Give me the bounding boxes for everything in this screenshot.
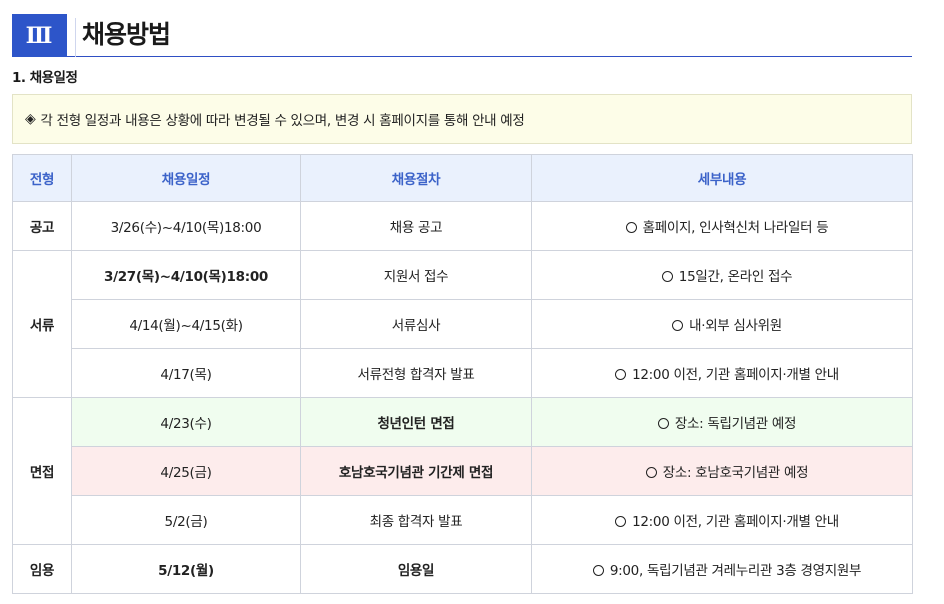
table-row: 4/14(월)~4/15(화) 서류심사 내·외부 심사위원 (13, 299, 913, 349)
date-cell: 4/25(금) (71, 446, 301, 496)
detail-cell: 장소: 독립기념관 예정 (531, 397, 913, 447)
detail-text: 홈페이지, 인사혁신처 나라일터 등 (642, 220, 829, 236)
procedure-cell: 채용 공고 (300, 201, 532, 251)
page-title: 채용방법 (82, 20, 171, 49)
header-divider (75, 18, 76, 57)
column-header-procedure: 채용절차 (300, 154, 532, 202)
table-row: 임용 5/12(월) 임용일 9:00, 독립기념관 겨레누리관 3층 경영지원… (12, 544, 913, 594)
column-header-detail: 세부내용 (531, 154, 913, 202)
detail-text: 15일간, 온라인 접수 (678, 269, 793, 285)
notice-box: ◈ 각 전형 일정과 내용은 상황에 따라 변경될 수 있으며, 변경 시 홈페… (12, 94, 912, 144)
stage-cell-announce: 공고 (12, 201, 72, 251)
detail-cell: 내·외부 심사위원 (531, 299, 913, 349)
date-cell: 3/27(목)~4/10(목)18:00 (71, 250, 301, 300)
table-row: 공고 3/26(수)~4/10(목)18:00 채용 공고 홈페이지, 인사혁신… (12, 201, 913, 251)
stage-cell-appoint: 임용 (12, 544, 72, 594)
detail-text: 12:00 이전, 기관 홈페이지·개별 안내 (632, 514, 839, 530)
procedure-cell: 청년인턴 면접 (300, 397, 532, 447)
circle-bullet-icon (672, 320, 684, 331)
date-cell: 4/14(월)~4/15(화) (71, 299, 301, 349)
circle-bullet-icon (661, 271, 673, 282)
date-cell: 5/2(금) (71, 495, 301, 545)
subsection-title: 1. 채용일정 (12, 70, 78, 86)
circle-bullet-icon (625, 222, 637, 233)
column-header-stage: 전형 (12, 154, 72, 202)
table-row: 4/17(목) 서류전형 합격자 발표 12:00 이전, 기관 홈페이지·개별… (13, 348, 913, 398)
detail-text: 내·외부 심사위원 (689, 318, 782, 334)
detail-text: 장소: 호남호국기념관 예정 (662, 465, 809, 481)
detail-text: 장소: 독립기념관 예정 (674, 416, 797, 432)
schedule-table: 전형 채용일정 채용절차 세부내용 공고 3/26(수)~4/10(목)18:0… (12, 154, 913, 594)
procedure-cell: 서류심사 (300, 299, 532, 349)
detail-cell: 홈페이지, 인사혁신처 나라일터 등 (531, 201, 913, 251)
circle-bullet-icon (592, 565, 604, 576)
table-row: 5/2(금) 최종 합격자 발표 12:00 이전, 기관 홈페이지·개별 안내 (13, 495, 913, 545)
section-header: Ⅲ 채용방법 (12, 14, 912, 57)
table-row: 서류 3/27(목)~4/10(목)18:00 지원서 접수 15일간, 온라인… (12, 250, 913, 398)
column-header-date: 채용일정 (71, 154, 301, 202)
procedure-cell: 서류전형 합격자 발표 (300, 348, 532, 398)
table-row: 4/25(금) 호남호국기념관 기간제 면접 장소: 호남호국기념관 예정 (13, 446, 913, 496)
date-cell: 4/23(수) (71, 397, 301, 447)
circle-bullet-icon (645, 467, 657, 478)
procedure-cell: 지원서 접수 (300, 250, 532, 300)
diamond-icon: ◈ (25, 111, 36, 127)
detail-text: 12:00 이전, 기관 홈페이지·개별 안내 (632, 367, 839, 383)
circle-bullet-icon (615, 516, 627, 527)
notice-text: 각 전형 일정과 내용은 상황에 따라 변경될 수 있으며, 변경 시 홈페이지… (40, 113, 525, 129)
procedure-cell: 임용일 (300, 544, 532, 594)
table-header-row: 전형 채용일정 채용절차 세부내용 (12, 154, 913, 202)
circle-bullet-icon (615, 369, 627, 380)
date-cell: 5/12(월) (71, 544, 301, 594)
circle-bullet-icon (657, 418, 669, 429)
detail-cell: 9:00, 독립기념관 겨레누리관 3층 경영지원부 (531, 544, 913, 594)
table-row: 면접 4/23(수) 청년인턴 면접 장소: 독립기념관 예정 (12, 397, 913, 545)
detail-cell: 15일간, 온라인 접수 (531, 250, 913, 300)
date-cell: 3/26(수)~4/10(목)18:00 (71, 201, 301, 251)
detail-cell: 12:00 이전, 기관 홈페이지·개별 안내 (531, 348, 913, 398)
date-cell: 4/17(목) (71, 348, 301, 398)
procedure-cell: 최종 합격자 발표 (300, 495, 532, 545)
section-number-badge: Ⅲ (12, 14, 67, 57)
procedure-cell: 호남호국기념관 기간제 면접 (300, 446, 532, 496)
detail-text: 9:00, 독립기념관 겨레누리관 3층 경영지원부 (609, 563, 862, 579)
detail-cell: 12:00 이전, 기관 홈페이지·개별 안내 (531, 495, 913, 545)
detail-cell: 장소: 호남호국기념관 예정 (531, 446, 913, 496)
stage-cell-document: 서류 (12, 250, 72, 398)
stage-cell-interview: 면접 (12, 397, 72, 545)
